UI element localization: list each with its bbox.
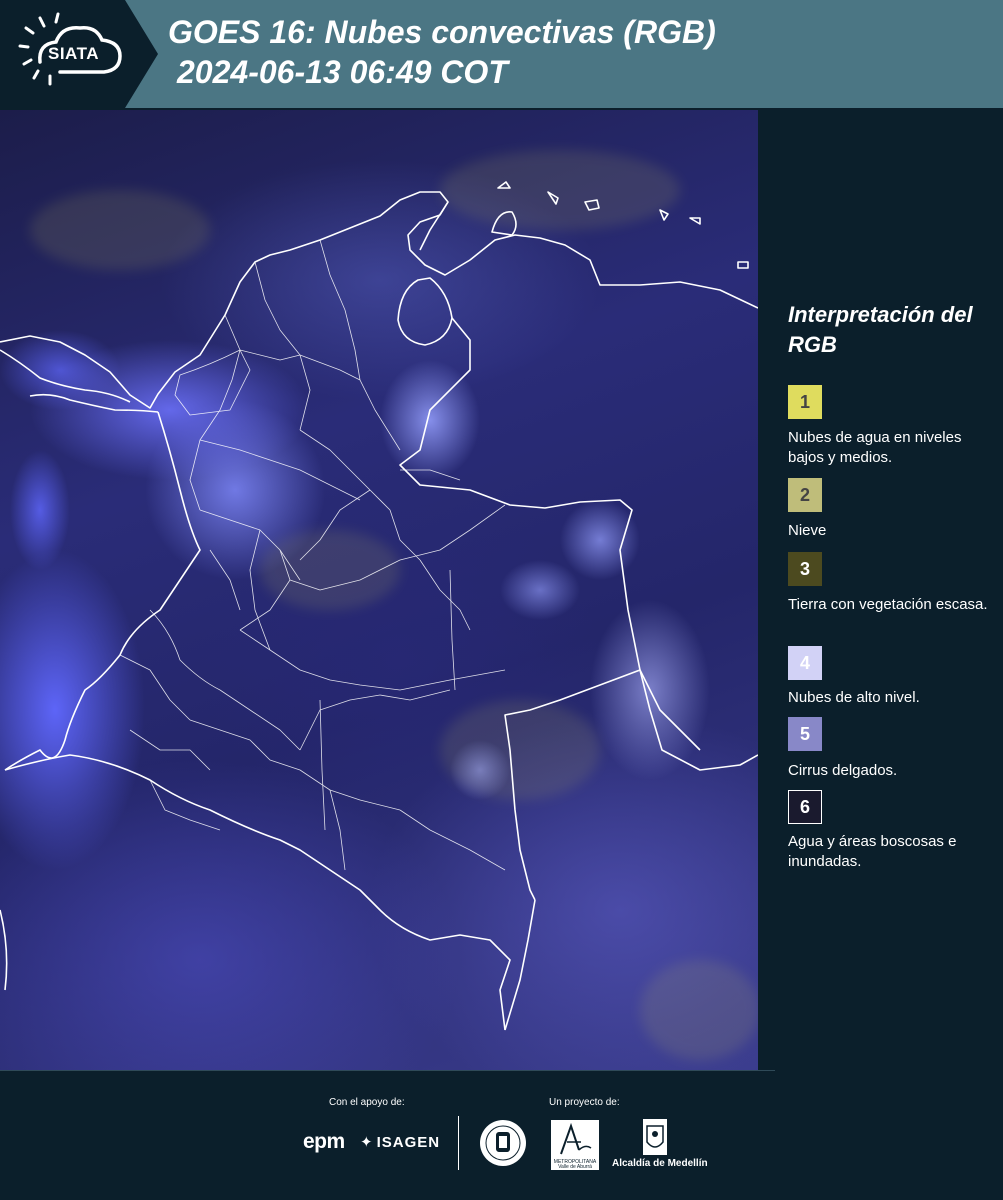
- footer-vertical-divider: [458, 1116, 459, 1170]
- project-label: Un proyecto de:: [549, 1097, 620, 1108]
- medellin-seal-icon: [480, 1120, 526, 1166]
- isagen-text: ISAGEN: [376, 1133, 441, 1151]
- area-metropolitana-text: METROPOLITANA Valle de Aburrá: [553, 1159, 597, 1170]
- alcaldia-shield-icon: [643, 1119, 667, 1155]
- legend-label-2: Nieve: [788, 522, 827, 539]
- legend-swatch-number: 6: [799, 796, 810, 817]
- epm-logo: epm: [303, 1130, 345, 1153]
- alcaldia-text: Alcaldía de Medellín: [612, 1158, 708, 1169]
- boundary-lines: [0, 150, 758, 1060]
- legend-swatch-2: 2: [788, 478, 822, 512]
- legend-label-1: Nubes de agua en niveles bajos y medios.: [788, 429, 962, 466]
- isagen-icon: ✦: [360, 1134, 374, 1151]
- legend-swatch-6: 6: [788, 790, 822, 824]
- legend-swatch-number: 5: [799, 723, 810, 744]
- area-metropolitana-icon: [560, 1122, 592, 1155]
- footer-divider-line: [0, 1070, 775, 1071]
- legend-title: Interpretación del RGB: [788, 302, 973, 357]
- page-timestamp: 2024-06-13 06:49 COT: [177, 54, 508, 90]
- legend-swatch-5: 5: [788, 717, 822, 751]
- legend-swatch-4: 4: [788, 646, 822, 680]
- legend-swatch-number: 4: [799, 652, 810, 673]
- header-bar: SIATA GOES 16: Nubes convectivas (RGB) 2…: [0, 0, 1003, 108]
- support-label: Con el apoyo de:: [329, 1097, 405, 1108]
- siata-logo: SIATA: [0, 0, 158, 108]
- siata-logo-text: SIATA: [48, 44, 99, 63]
- legend-label-3: Tierra con vegetación escasa.: [788, 596, 988, 613]
- footer-bar: Con el apoyo de: Un proyecto de: epm ✦ I…: [0, 1070, 1003, 1200]
- legend-swatch-number: 1: [799, 391, 810, 412]
- legend-label-4: Nubes de alto nivel.: [788, 689, 920, 706]
- legend-swatch-number: 3: [799, 558, 810, 579]
- legend-panel: Interpretación del RGB 1 Nubes de agua e…: [758, 110, 1003, 1070]
- legend-label-5: Cirrus delgados.: [788, 762, 898, 779]
- page-title: GOES 16: Nubes convectivas (RGB): [168, 14, 716, 50]
- legend-label-6: Agua y áreas boscosas e inundadas.: [788, 833, 957, 870]
- satellite-image: [0, 110, 758, 1070]
- isagen-logo: ✦ ISAGEN: [360, 1133, 441, 1152]
- legend-swatch-3: 3: [788, 552, 822, 586]
- legend-swatch-1: 1: [788, 385, 822, 419]
- legend-swatch-number: 2: [799, 484, 810, 505]
